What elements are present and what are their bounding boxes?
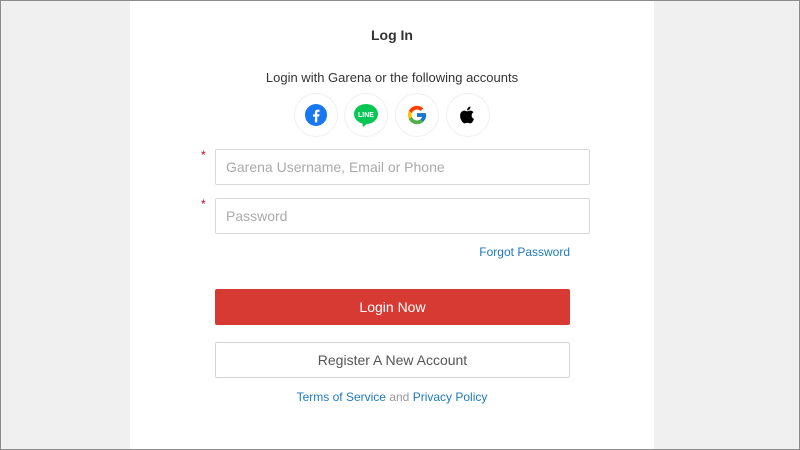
password-input[interactable] (215, 198, 590, 234)
terms-of-service-link[interactable]: Terms of Service (297, 390, 386, 404)
forgot-password-link[interactable]: Forgot Password (479, 245, 570, 259)
apple-icon (460, 106, 474, 124)
facebook-login-button[interactable] (295, 94, 337, 136)
facebook-icon (305, 104, 327, 126)
username-input[interactable] (215, 149, 590, 185)
privacy-policy-link[interactable]: Privacy Policy (413, 390, 488, 404)
login-button[interactable]: Login Now (215, 289, 570, 325)
page-title: Log In (371, 27, 413, 43)
username-required-mark: * (201, 148, 206, 162)
apple-login-button[interactable] (447, 94, 489, 136)
password-required-mark: * (201, 197, 206, 211)
line-icon: LINE (354, 104, 378, 127)
line-icon-label: LINE (358, 112, 374, 119)
google-login-button[interactable] (396, 94, 438, 136)
and-text: and (389, 390, 410, 404)
register-button[interactable]: Register A New Account (215, 342, 570, 378)
google-icon (407, 105, 427, 125)
line-login-button[interactable]: LINE (345, 94, 387, 136)
login-panel: Log In Login with Garena or the followin… (130, 0, 654, 450)
legal-links: Terms of Service and Privacy Policy (130, 390, 654, 404)
social-login-subtitle: Login with Garena or the following accou… (265, 70, 519, 85)
